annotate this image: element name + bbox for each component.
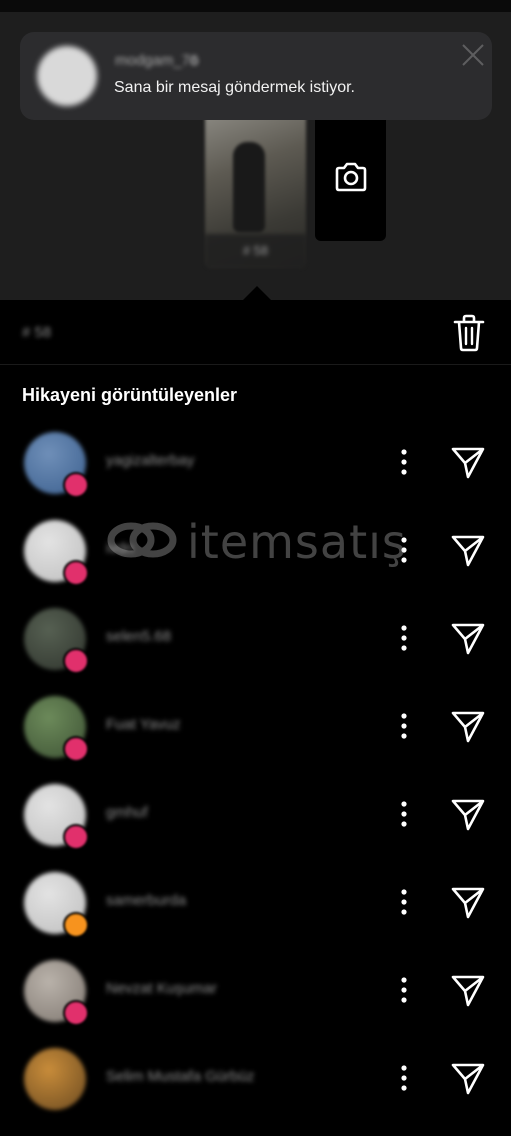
story-thumbnail-count: # 58: [205, 234, 306, 268]
viewer-username[interactable]: samerburda: [106, 892, 186, 909]
send-message-icon[interactable]: [450, 534, 486, 568]
more-options-icon[interactable]: [394, 796, 414, 832]
fire-reaction-icon: [63, 912, 89, 938]
viewer-row[interactable]: yagizalterbay: [0, 432, 511, 520]
close-icon[interactable]: [458, 40, 488, 70]
status-bar-shade: [0, 0, 511, 12]
send-message-icon[interactable]: [450, 1062, 486, 1096]
heart-reaction-icon: [63, 648, 89, 674]
heart-reaction-icon: [63, 736, 89, 762]
viewer-row[interactable]: Fuat Yavuz: [0, 696, 511, 784]
heart-reaction-icon: [63, 472, 89, 498]
notification-username-suffix: ö: [190, 52, 199, 69]
viewer-row[interactable]: Selim Mustafa Gürbüz: [0, 1048, 511, 1136]
more-options-icon[interactable]: [394, 708, 414, 744]
heart-reaction-icon: [63, 1000, 89, 1026]
viewer-row[interactable]: gmhuf: [0, 784, 511, 872]
viewer-username[interactable]: Nevzat Kuşumar: [106, 980, 217, 997]
more-options-icon[interactable]: [394, 884, 414, 920]
viewer-username[interactable]: yagizalterbay: [106, 452, 194, 469]
viewer-row[interactable]: samerburda: [0, 872, 511, 960]
viewer-username[interactable]: gmhuf: [106, 804, 148, 821]
send-message-icon[interactable]: [450, 710, 486, 744]
send-message-icon[interactable]: [450, 446, 486, 480]
viewer-username[interactable]: Selim Mustafa Gürbüz: [106, 1068, 254, 1085]
viewer-row[interactable]: selen5.68: [0, 608, 511, 696]
selected-story-pointer: [243, 286, 271, 300]
story-thumbnail-figure: [233, 142, 265, 232]
heart-reaction-icon: [63, 560, 89, 586]
notification-message: Sana bir mesaj göndermek istiyor.: [114, 79, 355, 96]
send-message-icon[interactable]: [450, 798, 486, 832]
story-thumbnail[interactable]: # 58: [205, 112, 306, 268]
camera-icon: [335, 162, 366, 191]
heart-reaction-icon: [63, 824, 89, 850]
send-message-icon[interactable]: [450, 886, 486, 920]
send-message-icon[interactable]: [450, 974, 486, 1008]
viewer-row[interactable]: Nevzat Kuşumar: [0, 960, 511, 1048]
story-preview-area: # 58 modgam_7ö Sana bir mesaj göndermek …: [0, 0, 511, 300]
more-options-icon[interactable]: [394, 1060, 414, 1096]
more-options-icon[interactable]: [394, 444, 414, 480]
more-options-icon[interactable]: [394, 620, 414, 656]
viewer-username[interactable]: selen5.68: [106, 628, 171, 645]
message-request-notification[interactable]: modgam_7ö Sana bir mesaj göndermek istiy…: [20, 32, 492, 120]
more-options-icon[interactable]: [394, 972, 414, 1008]
notification-avatar: [37, 46, 97, 106]
watermark-logo-icon: [107, 522, 177, 558]
trash-icon[interactable]: [452, 314, 486, 352]
notification-username-text: modgam_7: [115, 52, 191, 69]
watermark: itemsatış: [107, 515, 407, 569]
notification-username: modgam_7ö: [115, 52, 198, 69]
watermark-brand: itemsatış: [187, 515, 407, 569]
views-count: # 58: [22, 324, 52, 341]
add-story-camera-button[interactable]: [315, 112, 386, 241]
viewers-section-title: Hikayeni görüntüleyenler: [22, 385, 238, 405]
viewer-username[interactable]: Fuat Yavuz: [106, 716, 181, 733]
send-message-icon[interactable]: [450, 622, 486, 656]
viewer-avatar[interactable]: [24, 1048, 86, 1110]
story-info-bar: # 58: [0, 300, 511, 365]
